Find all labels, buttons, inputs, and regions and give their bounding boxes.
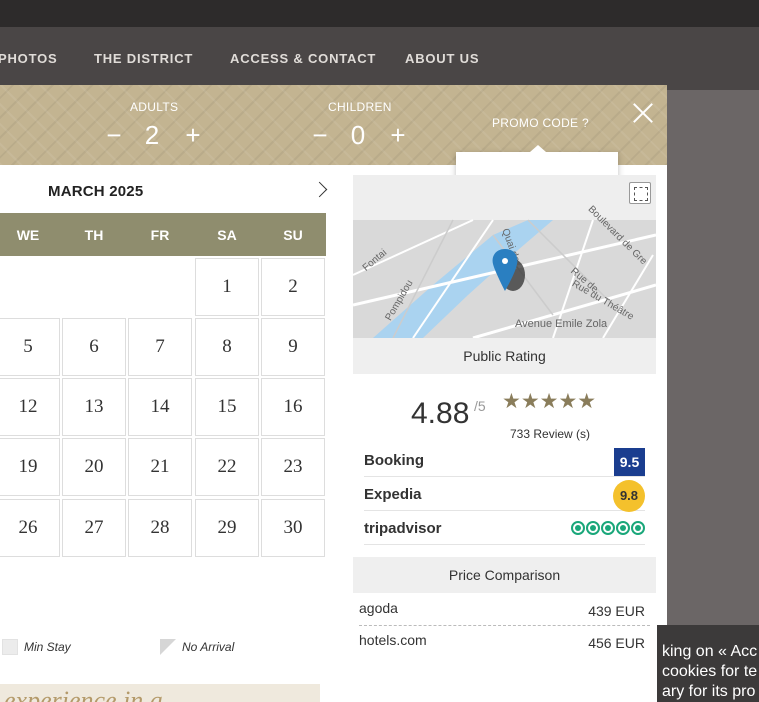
nav-access-contact[interactable]: ACCESS & CONTACT xyxy=(230,51,376,66)
location-map[interactable]: Avenue Emile Zola Rue du Théâtre Pompido… xyxy=(353,175,656,338)
expedia-score-badge: 9.8 xyxy=(613,480,645,512)
adults-value: 2 xyxy=(144,120,160,150)
bubble-icon xyxy=(631,521,645,535)
min-stay-swatch xyxy=(2,639,18,655)
banner-text: experience in a xyxy=(4,686,163,702)
review-count[interactable]: 733 Review (s) xyxy=(510,427,590,441)
price-row-agoda[interactable]: agoda 439 EUR xyxy=(359,594,650,626)
calendar-day[interactable]: 15 xyxy=(195,378,259,436)
map-expand-icon[interactable] xyxy=(629,182,651,204)
adults-decrement-button[interactable]: − xyxy=(101,122,127,148)
rating-source-name: Expedia xyxy=(364,486,422,503)
promo-code-label[interactable]: PROMO CODE ? xyxy=(492,116,589,130)
map-street-label: Avenue Emile Zola xyxy=(515,318,608,330)
calendar-day[interactable]: 28 xyxy=(128,499,192,557)
cookie-text: king on « Acc xyxy=(662,643,758,660)
calendar-weekday-bar: WE TH FR SA SU xyxy=(0,213,326,256)
legend-no-arrival: No Arrival xyxy=(182,640,235,654)
cookie-text: cookies for te xyxy=(662,663,758,680)
children-increment-button[interactable]: + xyxy=(385,122,411,148)
calendar-month-title: MARCH 2025 xyxy=(48,183,144,200)
rating-source-name: Booking xyxy=(364,452,424,469)
calendar-day[interactable]: 16 xyxy=(261,378,325,436)
calendar-day[interactable]: 8 xyxy=(195,318,259,376)
bubble-icon xyxy=(586,521,600,535)
rating-row-expedia: Expedia 9.8 xyxy=(364,477,645,512)
chevron-right-icon[interactable] xyxy=(312,180,330,200)
price-source-name: agoda xyxy=(359,600,398,616)
no-arrival-swatch xyxy=(160,639,176,655)
nav-the-district[interactable]: THE DISTRICT xyxy=(94,51,193,66)
price-source-name: hotels.com xyxy=(359,632,427,648)
calendar-day[interactable]: 14 xyxy=(128,378,192,436)
calendar-day[interactable]: 27 xyxy=(62,499,126,557)
calendar-day[interactable]: 7 xyxy=(128,318,192,376)
calendar-day[interactable]: 13 xyxy=(62,378,126,436)
weekday-su: SU xyxy=(283,227,303,243)
tripadvisor-bubbles-icon xyxy=(571,521,645,535)
calendar-day[interactable]: 21 xyxy=(128,438,192,496)
price-row-hotels-com[interactable]: hotels.com 456 EUR xyxy=(359,626,650,658)
booking-score-badge: 9.5 xyxy=(614,448,645,476)
calendar-day[interactable]: 1 xyxy=(195,258,259,316)
calendar-day[interactable]: 12 xyxy=(0,378,60,436)
price-value: 456 EUR xyxy=(588,635,645,651)
top-bar xyxy=(0,0,759,27)
adults-increment-button[interactable]: + xyxy=(180,122,206,148)
bubble-icon xyxy=(601,521,615,535)
calendar-day[interactable]: 6 xyxy=(62,318,126,376)
weekday-we: WE xyxy=(16,227,40,243)
price-comparison-header: Price Comparison xyxy=(353,557,656,593)
calendar-day[interactable]: 20 xyxy=(62,438,126,496)
nav-photos[interactable]: PHOTOS xyxy=(0,51,57,66)
main-nav: PHOTOS THE DISTRICT ACCESS & CONTACT ABO… xyxy=(0,27,759,90)
rating-score: 4.88 xyxy=(411,397,470,430)
calendar-day[interactable]: 22 xyxy=(195,438,259,496)
weekday-sa: SA xyxy=(217,227,237,243)
map-pin-icon[interactable] xyxy=(489,245,529,295)
children-label: CHILDREN xyxy=(328,100,392,114)
nav-about-us[interactable]: ABOUT US xyxy=(405,51,479,66)
calendar-day[interactable]: 30 xyxy=(261,499,325,557)
calendar-day[interactable]: 5 xyxy=(0,318,60,376)
calendar-day[interactable]: 26 xyxy=(0,499,60,557)
weekday-fr: FR xyxy=(150,227,170,243)
calendar-day[interactable]: 2 xyxy=(261,258,325,316)
experience-banner: experience in a xyxy=(0,684,320,702)
calendar-day[interactable]: 19 xyxy=(0,438,60,496)
bubble-icon xyxy=(571,521,585,535)
legend-min-stay: Min Stay xyxy=(24,640,71,654)
bubble-icon xyxy=(616,521,630,535)
calendar-day[interactable]: 29 xyxy=(195,499,259,557)
rating-row-tripadvisor: tripadvisor xyxy=(364,511,645,545)
children-decrement-button[interactable]: − xyxy=(307,122,333,148)
adults-label: ADULTS xyxy=(130,100,179,114)
price-value: 439 EUR xyxy=(588,603,645,619)
cookie-text: ary for its pro xyxy=(662,683,756,700)
calendar-day[interactable]: 23 xyxy=(261,438,325,496)
rating-row-booking: Booking 9.5 xyxy=(364,443,645,477)
close-icon[interactable] xyxy=(628,98,658,128)
rating-unit: /5 xyxy=(474,398,486,414)
weekday-th: TH xyxy=(84,227,104,243)
rating-source-name: tripadvisor xyxy=(364,520,442,537)
children-value: 0 xyxy=(350,120,366,150)
cookie-banner: king on « Acc cookies for te ary for its… xyxy=(657,625,759,702)
calendar-day[interactable]: 9 xyxy=(261,318,325,376)
rating-stars-icon: ★★★★★ xyxy=(502,390,597,413)
public-rating-header: Public Rating xyxy=(353,338,656,374)
